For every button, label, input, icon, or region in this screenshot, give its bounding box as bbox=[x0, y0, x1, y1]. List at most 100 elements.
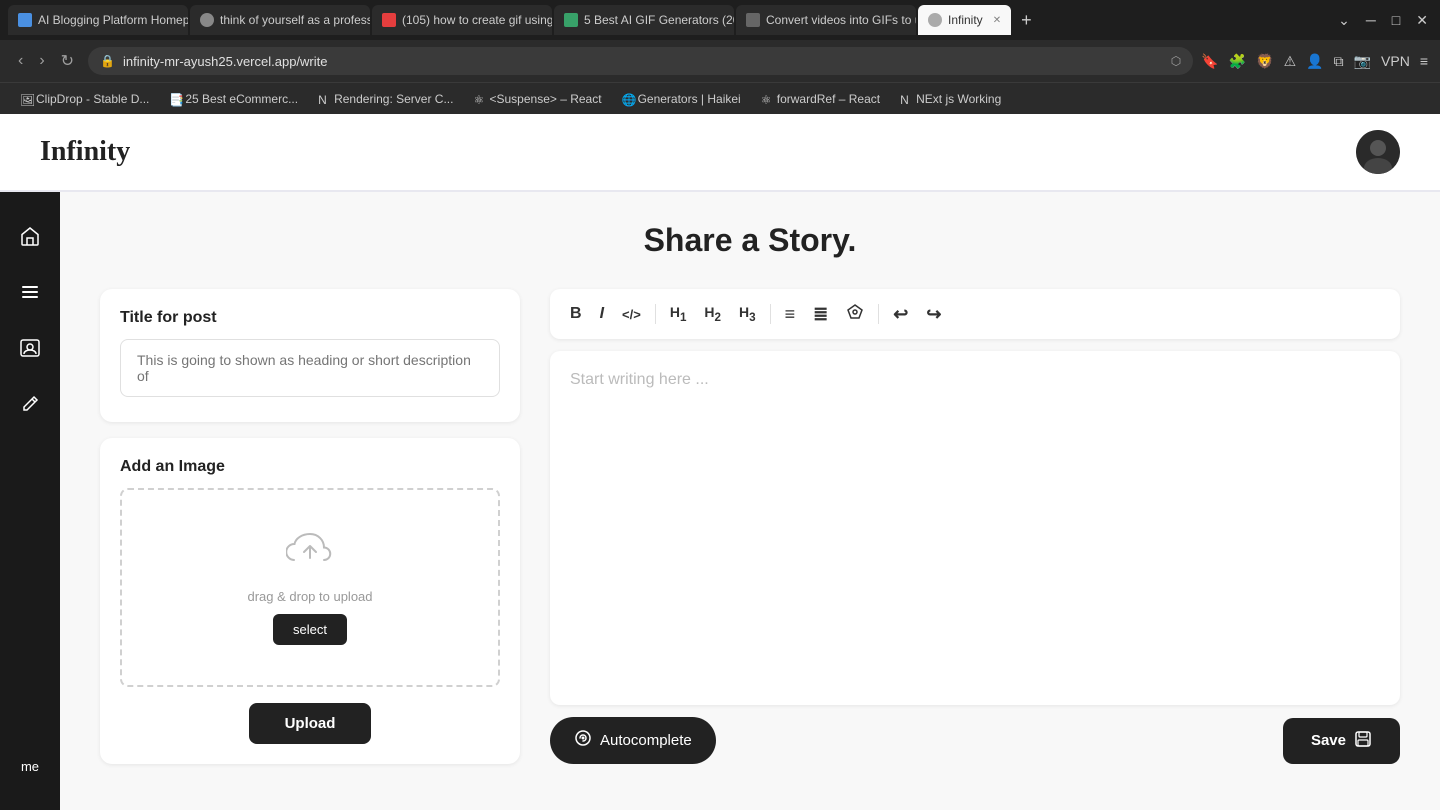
sidebar: me bbox=[0, 192, 60, 810]
bookmark-label: ClipDrop - Stable D... bbox=[36, 92, 149, 106]
bookmark-favicon: 🖼 bbox=[20, 93, 32, 105]
save-label: Save bbox=[1311, 732, 1346, 749]
tab-close-icon[interactable]: ✕ bbox=[993, 15, 1001, 26]
tab-label: 5 Best AI GIF Generators (2023) bbox=[584, 13, 734, 27]
tab-label-infinity: Infinity bbox=[948, 13, 983, 27]
tab-list-icon[interactable]: ⌄ bbox=[1334, 8, 1354, 33]
upload-button[interactable]: Upload bbox=[249, 703, 372, 744]
browser-chrome: AI Blogging Platform Homepage think of y… bbox=[0, 0, 1440, 114]
bookmark-favicon: N bbox=[900, 93, 912, 105]
external-link-icon[interactable]: ⬡ bbox=[1171, 54, 1181, 68]
drop-text: drag & drop to upload bbox=[247, 589, 372, 604]
bold-button[interactable]: B bbox=[564, 302, 588, 326]
tab-favicon bbox=[382, 13, 396, 27]
autocomplete-button[interactable]: Autocomplete bbox=[550, 717, 716, 764]
bookmark-rendering[interactable]: N Rendering: Server C... bbox=[310, 89, 461, 109]
back-button[interactable]: ‹ bbox=[12, 47, 29, 75]
h2-button[interactable]: H2 bbox=[698, 301, 727, 327]
italic-button[interactable]: I bbox=[594, 302, 610, 326]
address-bar-container[interactable]: 🔒 ⬡ bbox=[88, 47, 1193, 75]
tab-favicon-infinity bbox=[928, 13, 942, 27]
image-card-label: Add an Image bbox=[120, 458, 500, 476]
redo-button[interactable]: ↪ bbox=[920, 301, 947, 327]
tab-label: Convert videos into GIFs to use ... bbox=[766, 13, 916, 27]
toolbar-separator-1 bbox=[655, 304, 656, 324]
page-content: Infinity bbox=[0, 114, 1440, 810]
bookmark-icon[interactable]: 🔖 bbox=[1201, 53, 1218, 70]
bookmark-haikei[interactable]: 🌐 Generators | Haikei bbox=[614, 89, 749, 109]
bookmarks-bar: 🖼 ClipDrop - Stable D... 📑 25 Best eComm… bbox=[0, 82, 1440, 114]
bookmark-favicon: 🌐 bbox=[622, 93, 634, 105]
bookmark-nextjs[interactable]: N NExt js Working bbox=[892, 89, 1009, 109]
numbered-list-button[interactable]: ≣ bbox=[807, 301, 834, 327]
tab-ai-blogging[interactable]: AI Blogging Platform Homepage bbox=[8, 5, 188, 35]
app-logo: Infinity bbox=[40, 136, 130, 168]
lock-icon: 🔒 bbox=[100, 54, 115, 68]
bookmark-clipdrop[interactable]: 🖼 ClipDrop - Stable D... bbox=[12, 89, 157, 109]
bookmark-forwardref[interactable]: ⚛ forwardRef – React bbox=[753, 89, 888, 109]
title-input[interactable] bbox=[120, 339, 500, 397]
embed-icon bbox=[846, 303, 864, 321]
h3-button[interactable]: H3 bbox=[733, 301, 762, 327]
new-tab-button[interactable]: + bbox=[1013, 6, 1040, 35]
tab-label: (105) how to create gif using im... bbox=[402, 13, 552, 27]
list-icon bbox=[19, 281, 41, 303]
autocomplete-icon bbox=[574, 729, 592, 752]
avatar-image bbox=[1356, 130, 1400, 174]
vpn-icon[interactable]: VPN bbox=[1381, 53, 1410, 69]
tab-convert-gif[interactable]: Convert videos into GIFs to use ... bbox=[736, 5, 916, 35]
tab-infinity[interactable]: Infinity ✕ bbox=[918, 5, 1011, 35]
restore-icon[interactable]: □ bbox=[1388, 8, 1404, 32]
bookmark-label: Generators | Haikei bbox=[638, 92, 741, 106]
sidebar-item-contacts[interactable] bbox=[6, 324, 54, 372]
tab-gif-generators[interactable]: 5 Best AI GIF Generators (2023) bbox=[554, 5, 734, 35]
bookmark-favicon: ⚛ bbox=[761, 93, 773, 105]
toolbar-separator-3 bbox=[878, 304, 879, 324]
extensions-icon[interactable]: 🧩 bbox=[1229, 53, 1246, 70]
tab-gif-create[interactable]: (105) how to create gif using im... bbox=[372, 5, 552, 35]
bookmark-ecommerce[interactable]: 📑 25 Best eCommerc... bbox=[161, 89, 306, 109]
main-layout: me Share a Story. Title for post Add an … bbox=[0, 192, 1440, 810]
profile-icon[interactable]: 👤 bbox=[1306, 53, 1323, 70]
nav-bar: ‹ › ↻ 🔒 ⬡ 🔖 🧩 🦁 ⚠ 👤 ⧉ 📷 VPN ≡ bbox=[0, 40, 1440, 82]
drop-zone[interactable]: drag & drop to upload select bbox=[120, 488, 500, 687]
two-column-layout: Title for post Add an Image bbox=[100, 289, 1400, 764]
tab-favicon bbox=[200, 13, 214, 27]
bookmark-label: forwardRef – React bbox=[777, 92, 880, 106]
bookmark-label: Rendering: Server C... bbox=[334, 92, 453, 106]
alert-icon[interactable]: ⚠ bbox=[1284, 53, 1297, 70]
bookmark-suspense[interactable]: ⚛ <Suspense> – React bbox=[465, 89, 609, 109]
sidebar-item-home[interactable] bbox=[6, 212, 54, 260]
editor-toolbar: B I </> H1 H2 H3 ≡ ≣ bbox=[550, 289, 1400, 339]
bookmark-favicon: N bbox=[318, 93, 330, 105]
menu-icon[interactable]: ≡ bbox=[1420, 53, 1428, 69]
upload-cloud-icon bbox=[286, 530, 334, 579]
screenshot-icon[interactable]: 📷 bbox=[1354, 53, 1371, 70]
edit-icon bbox=[19, 393, 41, 415]
editor-actions: Autocomplete Save bbox=[550, 717, 1400, 764]
minimize-icon[interactable]: ─ bbox=[1362, 8, 1380, 32]
brave-shield-icon[interactable]: 🦁 bbox=[1256, 53, 1273, 70]
bullet-list-button[interactable]: ≡ bbox=[779, 301, 802, 327]
tab-favicon bbox=[564, 13, 578, 27]
select-button[interactable]: select bbox=[273, 614, 347, 645]
forward-button[interactable]: › bbox=[33, 47, 50, 75]
tab-label: AI Blogging Platform Homepage bbox=[38, 13, 188, 27]
right-panel: B I </> H1 H2 H3 ≡ ≣ bbox=[550, 289, 1400, 764]
post-title-card: Title for post bbox=[100, 289, 520, 422]
undo-button[interactable]: ↩ bbox=[887, 301, 914, 327]
sidebar-item-list[interactable] bbox=[6, 268, 54, 316]
close-window-icon[interactable]: ✕ bbox=[1412, 8, 1432, 33]
tab-think[interactable]: think of yourself as a profession... bbox=[190, 5, 370, 35]
avatar[interactable] bbox=[1356, 130, 1400, 174]
code-button[interactable]: </> bbox=[616, 304, 647, 325]
embed-button[interactable] bbox=[840, 299, 870, 329]
sidebar-item-edit[interactable] bbox=[6, 380, 54, 428]
editor-area[interactable]: Start writing here ... bbox=[550, 351, 1400, 705]
left-panel: Title for post Add an Image bbox=[100, 289, 520, 764]
sidebar-toggle-icon[interactable]: ⧉ bbox=[1334, 53, 1344, 70]
reload-button[interactable]: ↻ bbox=[55, 47, 80, 75]
address-input[interactable] bbox=[123, 54, 1163, 69]
h1-button[interactable]: H1 bbox=[664, 301, 693, 327]
save-button[interactable]: Save bbox=[1283, 718, 1400, 764]
